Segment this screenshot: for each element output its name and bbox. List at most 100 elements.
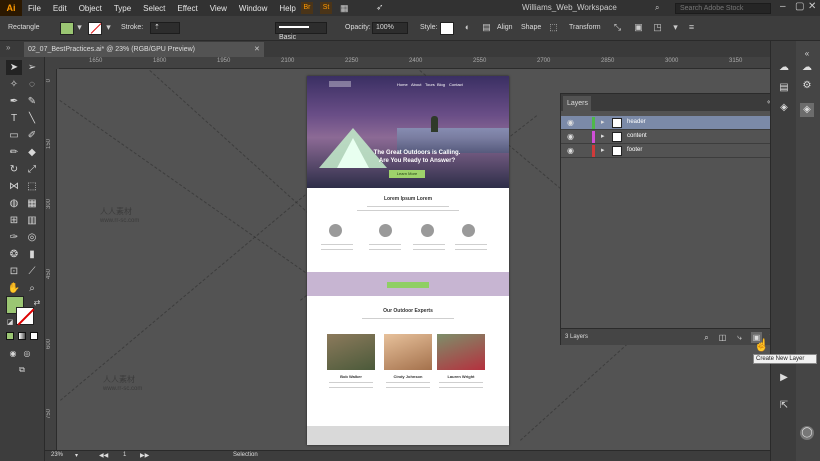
chevron-down-icon[interactable]: ▾ (75, 452, 78, 459)
layer-name[interactable]: header (627, 119, 646, 125)
panel-menu-icon[interactable]: ≡ (686, 22, 697, 33)
curvature-tool-icon[interactable]: ✎ (24, 94, 40, 109)
cc-libraries-icon[interactable]: ☁ (800, 61, 814, 75)
layer-row-footer[interactable]: ◉ ▸ footer (561, 144, 793, 158)
menu-object[interactable]: Object (73, 4, 108, 13)
artboard-number[interactable]: 1 (123, 452, 126, 458)
locate-object-icon[interactable]: ⌕ (701, 332, 712, 343)
layer-row-content[interactable]: ◉ ▸ content (561, 130, 793, 144)
hero-cta-button[interactable]: Learn More (389, 170, 425, 178)
next-artboard-icon[interactable]: ▶▶ (140, 452, 149, 459)
stock-search-input[interactable]: Search Adobe Stock (675, 3, 771, 14)
menu-edit[interactable]: Edit (47, 4, 73, 13)
export-icon[interactable]: ⇱ (777, 399, 791, 413)
layer-row-header[interactable]: ◉ ▸ header (561, 116, 793, 130)
menu-window[interactable]: Window (233, 4, 273, 13)
opacity-field[interactable]: 100% (372, 22, 408, 34)
eyedropper-tool-icon[interactable]: ✑ (6, 230, 22, 245)
gradient-mode-icon[interactable] (18, 332, 26, 340)
type-tool-icon[interactable]: T (6, 111, 22, 126)
artboard[interactable]: Home About Tours Blog Contact The Great … (307, 76, 509, 445)
magic-wand-tool-icon[interactable]: ✧ (6, 77, 22, 92)
horizontal-ruler[interactable]: 1650 1800 1950 2100 2250 2400 2550 2700 … (59, 57, 770, 69)
actions-play-icon[interactable]: ▶ (777, 371, 791, 385)
visibility-eye-icon[interactable]: ◉ (567, 118, 576, 127)
visibility-eye-icon[interactable]: ◉ (567, 146, 576, 155)
gradient-tool-icon[interactable]: ▥ (24, 213, 40, 228)
free-transform-tool-icon[interactable]: ⬚ (24, 179, 40, 194)
minimize-icon[interactable]: – (780, 1, 786, 12)
selection-tool-icon[interactable]: ➤ (6, 60, 22, 75)
gpu-performance-icon[interactable]: ➶ (376, 2, 384, 13)
layers-panel-icon[interactable]: ◈ (777, 101, 791, 115)
paintbrush-tool-icon[interactable]: ✐ (24, 128, 40, 143)
pen-tool-icon[interactable]: ✒ (6, 94, 22, 109)
zoom-tool-icon[interactable]: ⌕ (24, 281, 40, 296)
recolor-artwork-icon[interactable]: ◐ (462, 22, 473, 33)
align-label[interactable]: Align (497, 24, 513, 31)
zoom-level[interactable]: 23% (51, 452, 63, 458)
help-icon[interactable]: ◯ (800, 426, 814, 440)
layer-name[interactable]: content (627, 133, 647, 139)
menu-file[interactable]: File (22, 4, 47, 13)
draw-behind-icon[interactable]: ◎ (19, 346, 35, 361)
hero-image[interactable]: Home About Tours Blog Contact The Great … (307, 76, 509, 188)
lasso-tool-icon[interactable]: ◌ (24, 77, 40, 92)
properties-icon[interactable]: ▤ (777, 81, 791, 95)
menu-select[interactable]: Select (137, 4, 171, 13)
search-icon[interactable]: ⌕ (655, 3, 659, 13)
brush-definition-select[interactable]: Basic (275, 22, 327, 41)
arrange-documents-icon[interactable]: ▦ (340, 3, 349, 14)
width-tool-icon[interactable]: ⋈ (6, 179, 22, 194)
vertical-ruler[interactable]: 0 150 300 450 600 750 (45, 69, 57, 450)
stroke-weight-field[interactable]: ⇡ (150, 22, 180, 34)
menu-view[interactable]: View (204, 4, 233, 13)
chevron-down-icon[interactable]: ▾ (74, 22, 85, 33)
menu-help[interactable]: Help (273, 4, 301, 13)
perspective-grid-tool-icon[interactable]: ▦ (24, 196, 40, 211)
isolate-group-icon[interactable]: ▣ (633, 22, 644, 33)
previous-artboard-icon[interactable]: ◀◀ (99, 452, 108, 459)
fill-swatch[interactable] (60, 22, 74, 35)
stroke-swatch[interactable] (88, 22, 102, 35)
bridge-icon[interactable]: Br (301, 2, 313, 14)
adjustments-icon[interactable]: ⚙ (800, 79, 814, 93)
ruler-origin[interactable] (45, 57, 59, 69)
select-similar-icon[interactable]: ◳ (652, 22, 663, 33)
menu-effect[interactable]: Effect (171, 4, 203, 13)
style-label[interactable]: Style: (420, 24, 438, 31)
make-clipping-mask-icon[interactable]: ◫ (717, 332, 728, 343)
shape-builder-tool-icon[interactable]: ◍ (6, 196, 22, 211)
menu-type[interactable]: Type (108, 4, 137, 13)
libraries-icon[interactable]: ☁ (777, 61, 791, 75)
document-tab[interactable]: 02_07_BestPractices.ai* @ 23% (RGB/GPU P… (24, 42, 264, 57)
layers-active-icon[interactable]: ◈ (800, 103, 814, 117)
stock-icon[interactable]: St (320, 2, 332, 14)
transform-label[interactable]: Transform (569, 24, 601, 31)
chevron-down-icon[interactable]: ▾ (103, 22, 114, 33)
create-sublayer-icon[interactable]: ⤷ (734, 332, 745, 343)
close-tab-icon[interactable]: ✕ (254, 42, 260, 57)
opacity-label[interactable]: Opacity: (345, 24, 371, 31)
direct-selection-tool-icon[interactable]: ➢ (24, 60, 40, 75)
layer-name[interactable]: footer (627, 147, 642, 153)
layers-tab[interactable]: Layers (563, 96, 591, 111)
slice-tool-icon[interactable]: ⟋ (24, 264, 40, 279)
collapse-dock-icon[interactable]: « (800, 47, 814, 61)
expand-arrow-icon[interactable]: ▸ (601, 132, 605, 140)
collapse-icon[interactable]: » (6, 43, 10, 52)
align-icon[interactable]: ▤ (481, 22, 492, 33)
close-icon[interactable]: ✕ (808, 1, 816, 12)
symbol-sprayer-tool-icon[interactable]: ❂ (6, 247, 22, 262)
shape-label[interactable]: Shape (521, 24, 541, 31)
none-mode-icon[interactable] (30, 332, 38, 340)
stroke-label[interactable]: Stroke: (121, 24, 143, 31)
blend-tool-icon[interactable]: ◎ (24, 230, 40, 245)
screen-mode-icon[interactable]: ⧉ (14, 362, 30, 377)
expand-arrow-icon[interactable]: ▸ (601, 146, 605, 154)
hand-tool-icon[interactable]: ✋ (6, 281, 22, 296)
visibility-eye-icon[interactable]: ◉ (567, 132, 576, 141)
swap-fill-stroke-icon[interactable]: ⇄ (29, 295, 45, 310)
shaper-tool-icon[interactable]: ✏ (6, 145, 22, 160)
column-graph-tool-icon[interactable]: ▮ (24, 247, 40, 262)
